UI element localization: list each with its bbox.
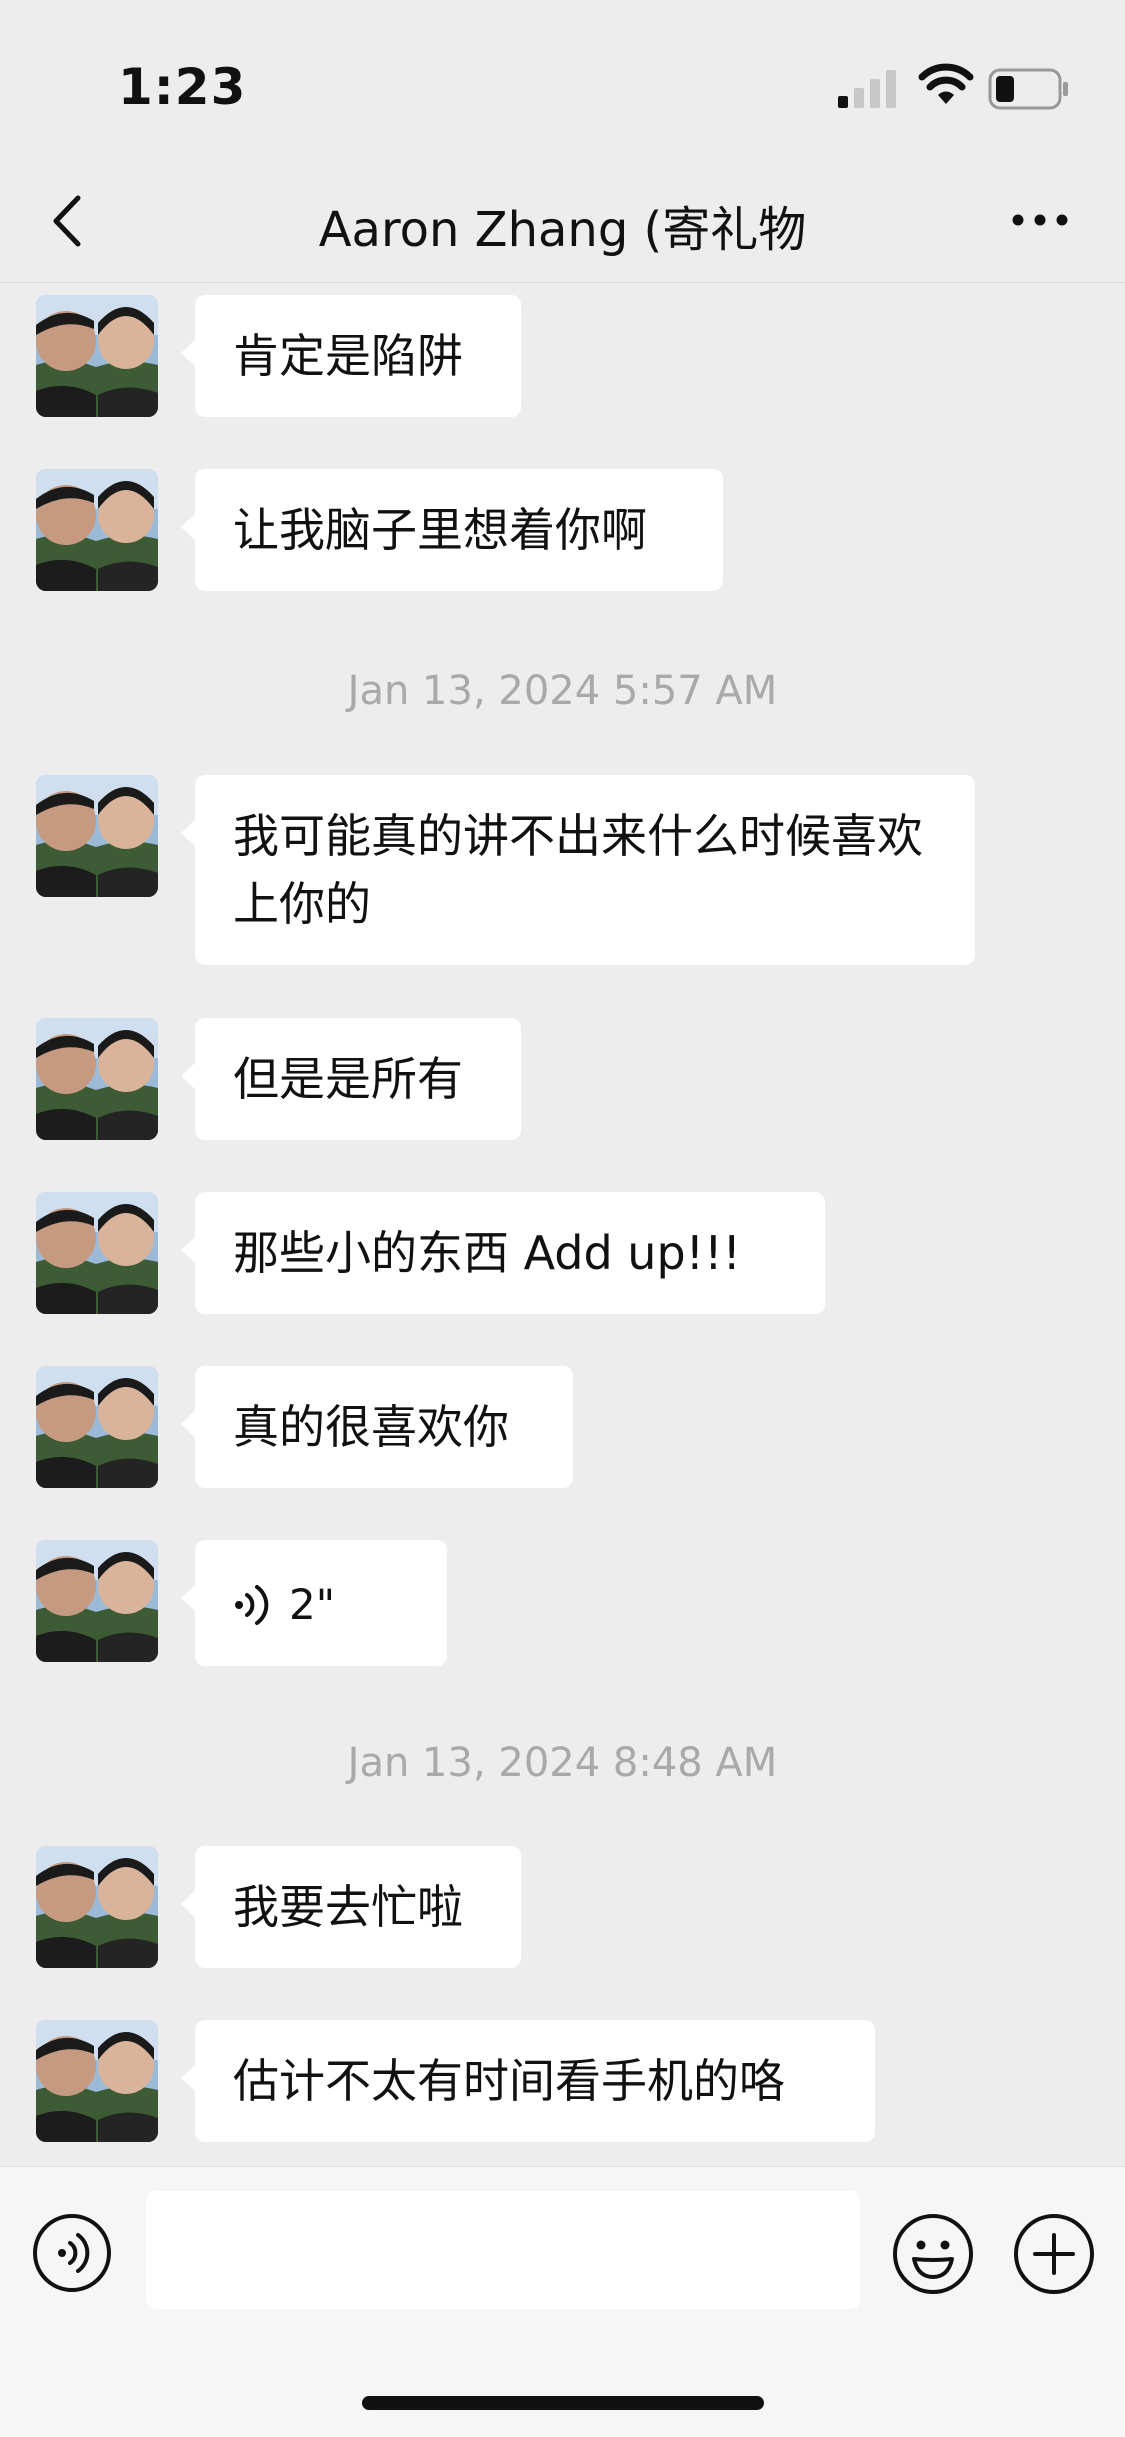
status-time: 1:23 bbox=[118, 58, 247, 116]
message-bubble[interactable]: 那些小的东西 Add up!!! bbox=[181, 1192, 825, 1314]
chat-title: Aaron Zhang (寄礼物 bbox=[318, 202, 807, 258]
avatar[interactable] bbox=[36, 1846, 158, 1968]
message-bubble[interactable]: 真的很喜欢你 bbox=[181, 1366, 573, 1488]
voice-wave-icon bbox=[235, 1584, 269, 1625]
avatar[interactable] bbox=[36, 1018, 158, 1140]
avatar[interactable] bbox=[36, 1366, 158, 1488]
voice-duration: 2" bbox=[289, 1579, 336, 1629]
cellular-signal-icon bbox=[838, 70, 896, 108]
message-input[interactable] bbox=[146, 2191, 860, 2309]
voice-message-bubble[interactable]: 2" bbox=[181, 1540, 447, 1666]
message-bubble[interactable]: 我可能真的讲不出来什么时候喜欢上你的 bbox=[181, 775, 975, 965]
timestamp: Jan 13, 2024 5:57 AM bbox=[347, 668, 778, 714]
chat-header: Aaron Zhang (寄礼物 bbox=[0, 160, 1125, 283]
plus-icon[interactable] bbox=[1013, 2213, 1095, 2295]
message-bubble[interactable]: 估计不太有时间看手机的咯 bbox=[181, 2020, 875, 2142]
avatar[interactable] bbox=[36, 775, 158, 897]
battery-icon bbox=[988, 68, 1068, 110]
voice-input-icon[interactable] bbox=[32, 2213, 112, 2293]
message-bubble[interactable]: 让我脑子里想着你啊 bbox=[181, 469, 723, 591]
chevron-left-icon[interactable] bbox=[40, 188, 100, 254]
message-bubble[interactable]: 肯定是陷阱 bbox=[181, 295, 521, 417]
avatar[interactable] bbox=[36, 1540, 158, 1662]
message-bubble[interactable]: 但是是所有 bbox=[181, 1018, 521, 1140]
avatar[interactable] bbox=[36, 295, 158, 417]
status-bar: 1:23 bbox=[0, 0, 1125, 160]
emoji-icon[interactable] bbox=[892, 2213, 974, 2295]
timestamp: Jan 13, 2024 8:48 AM bbox=[347, 1740, 778, 1786]
avatar[interactable] bbox=[36, 2020, 158, 2142]
home-indicator bbox=[362, 2396, 764, 2410]
wifi-icon bbox=[918, 63, 974, 104]
avatar[interactable] bbox=[36, 469, 158, 591]
avatar[interactable] bbox=[36, 1192, 158, 1314]
message-bubble[interactable]: 我要去忙啦 bbox=[181, 1846, 521, 1968]
more-dots-icon[interactable] bbox=[1010, 202, 1070, 238]
